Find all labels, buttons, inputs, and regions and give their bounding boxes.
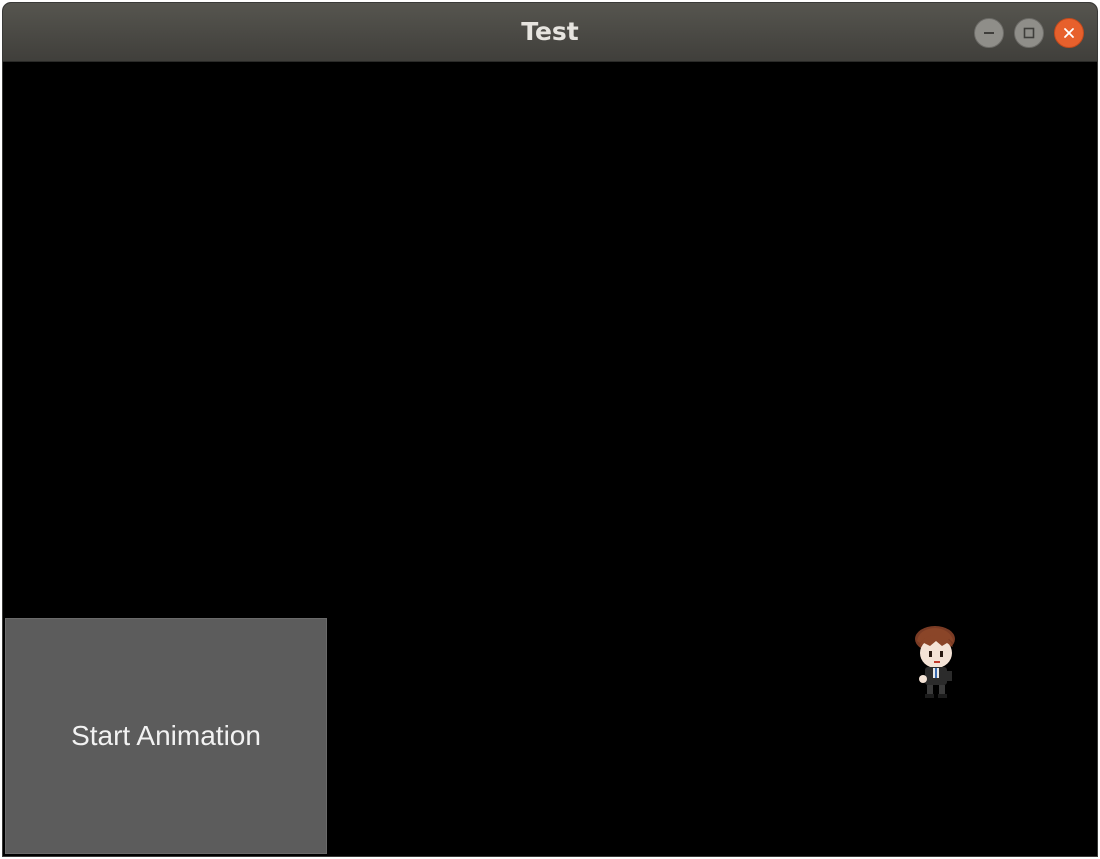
character-sprite-icon [915,626,955,698]
close-button[interactable] [1054,18,1084,48]
game-canvas[interactable]: Start Animation [3,62,1097,856]
maximize-button[interactable] [1014,18,1044,48]
maximize-icon [1023,27,1035,39]
title-bar[interactable]: Test [3,3,1097,62]
close-icon [1064,28,1074,38]
start-animation-button[interactable]: Start Animation [5,618,327,854]
minimize-icon [984,32,994,34]
window-title: Test [521,17,579,46]
app-window: Test Start Animation [2,2,1098,857]
minimize-button[interactable] [974,18,1004,48]
